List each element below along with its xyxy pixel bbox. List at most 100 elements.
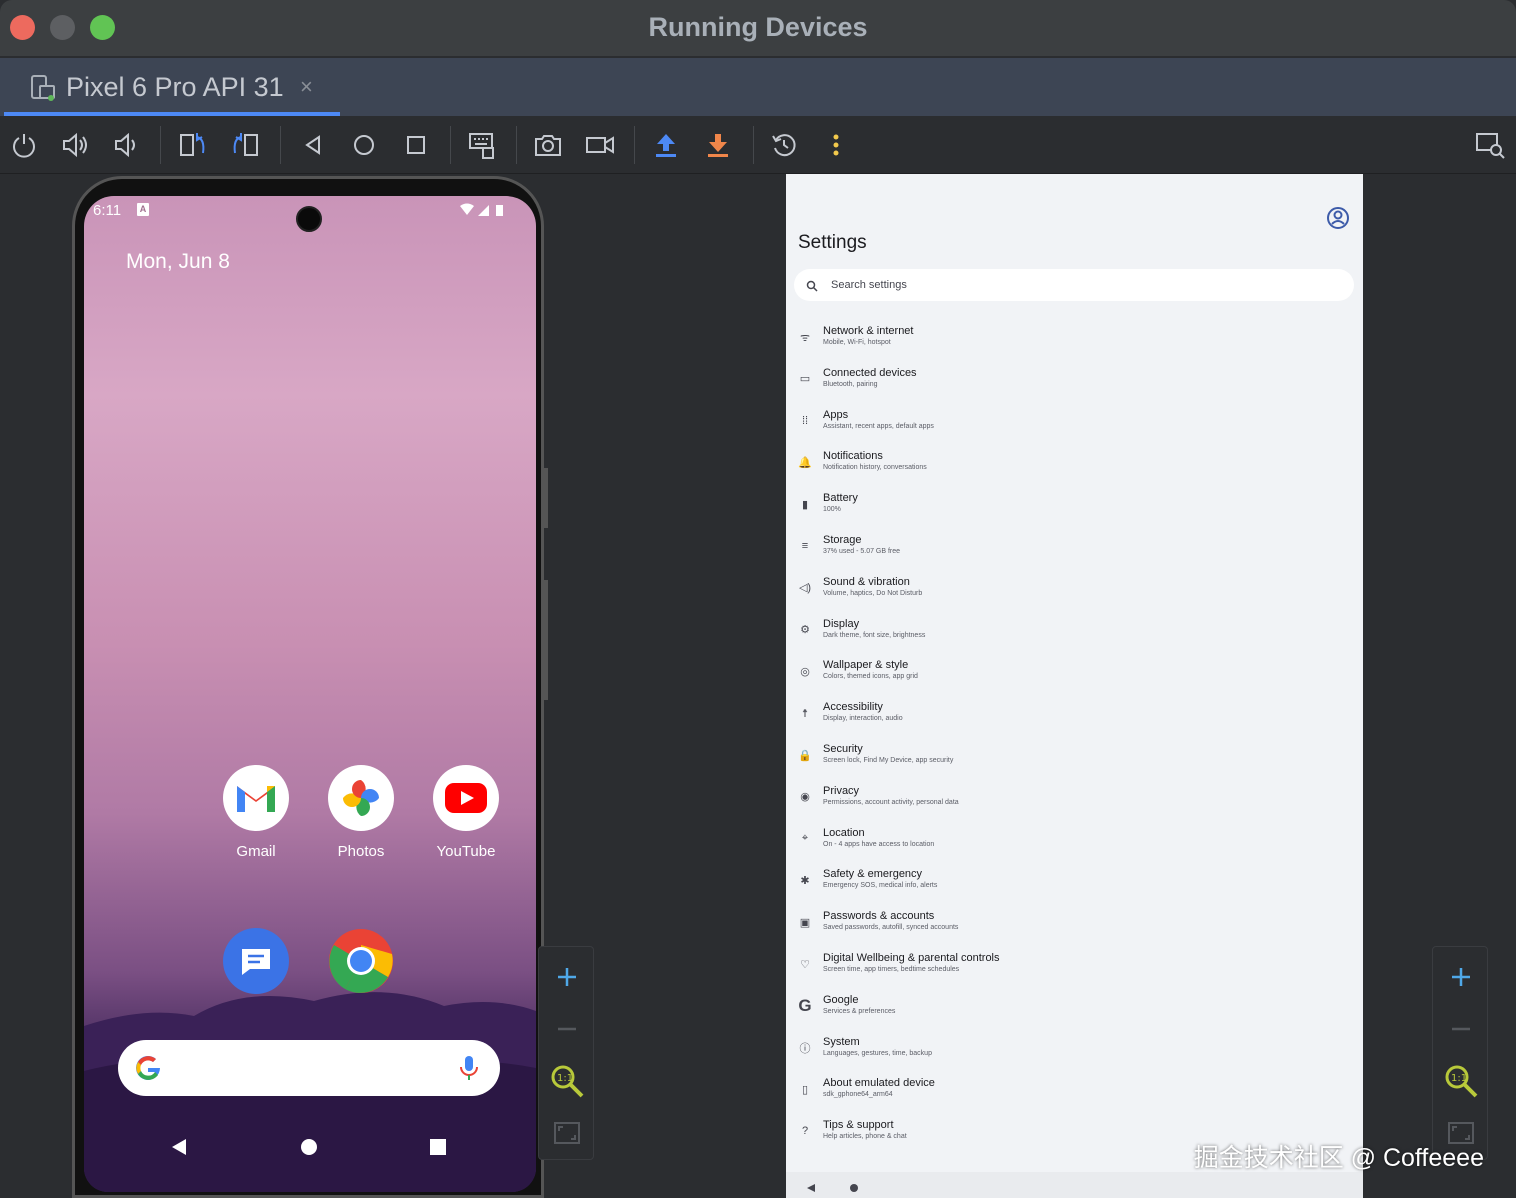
settings-item[interactable]: ▭ Connected devices Bluetooth, pairing xyxy=(786,362,1363,402)
status-badge: A xyxy=(137,203,149,216)
screenshot-icon[interactable] xyxy=(531,128,565,162)
settings-item[interactable]: 🔒 Security Screen lock, Find My Device, ap… xyxy=(786,738,1363,778)
google-g-icon xyxy=(134,1054,162,1087)
settings-item-subtitle: Help articles, phone & chat xyxy=(823,1133,907,1141)
device-explorer-icon[interactable] xyxy=(1473,128,1507,162)
settings-item-subtitle: On - 4 apps have access to location xyxy=(823,840,935,848)
zoom-out-icon[interactable] xyxy=(547,1009,587,1049)
app-photos[interactable]: Photos xyxy=(316,765,406,860)
settings-search-bar[interactable]: Search settings xyxy=(794,269,1354,301)
close-tab-icon[interactable]: × xyxy=(300,74,313,100)
settings-item-title: Security xyxy=(823,743,863,755)
overview-icon[interactable] xyxy=(399,128,433,162)
settings-item-title: Safety & emergency xyxy=(823,868,923,881)
settings-item-subtitle: sdk_gphone64_arm64 xyxy=(823,1091,893,1099)
youtube-icon xyxy=(433,765,499,831)
settings-item-title: Display xyxy=(823,617,860,630)
microphone-icon[interactable] xyxy=(458,1054,480,1087)
settings-item[interactable]: ⁞⁞ Apps Assistant, recent apps, default ap… xyxy=(786,404,1363,444)
zoom-in-icon[interactable] xyxy=(547,957,587,997)
power-icon[interactable] xyxy=(7,128,41,162)
app-messages[interactable] xyxy=(211,928,301,1006)
phone-volume-button[interactable] xyxy=(544,580,548,700)
settings-item-subtitle: Volume, haptics, Do Not Disturb xyxy=(823,589,923,597)
nav-home-icon[interactable] xyxy=(300,1138,318,1161)
snapshot-icon[interactable] xyxy=(767,128,801,162)
settings-item[interactable]: ▮ Battery 100% xyxy=(786,487,1363,527)
settings-item-subtitle: Mobile, Wi-Fi, hotspot xyxy=(823,339,891,346)
back-icon[interactable] xyxy=(296,128,330,162)
nav-home-icon[interactable] xyxy=(849,1180,859,1198)
screen-record-icon[interactable] xyxy=(583,128,617,162)
settings-item-subtitle: Services & preferences xyxy=(823,1007,896,1015)
settings-item-title: Storage xyxy=(823,534,862,546)
app-gmail[interactable]: Gmail xyxy=(211,765,301,860)
app-chrome[interactable] xyxy=(316,928,406,1006)
palette-icon: ◎ xyxy=(800,665,810,678)
settings-item[interactable]: 🔔 Notifications Notification history, conv… xyxy=(786,445,1363,485)
nav-back-icon[interactable] xyxy=(806,1180,816,1198)
settings-item-subtitle: Bluetooth, pairing xyxy=(823,380,878,388)
settings-item-title: Google xyxy=(823,993,859,1006)
google-search-bar[interactable] xyxy=(118,1040,500,1096)
settings-item-title: Passwords & accounts xyxy=(823,910,935,923)
nav-back-icon[interactable] xyxy=(170,1138,188,1161)
home-icon[interactable] xyxy=(347,128,381,162)
more-icon[interactable] xyxy=(819,128,853,162)
help-icon: ? xyxy=(801,1125,809,1138)
settings-item[interactable]: ▣ Passwords & accounts Saved passwords, au… xyxy=(786,905,1363,945)
settings-item-subtitle: Dark theme, font size, brightness xyxy=(823,631,926,639)
settings-screen[interactable]: Settings Search settings ᯤ Network & inte… xyxy=(786,174,1363,1198)
actual-size-icon[interactable]: 1:1 xyxy=(547,1061,587,1101)
volume-up-icon[interactable] xyxy=(58,128,92,162)
toolbar-separator xyxy=(753,126,754,164)
settings-title: Settings xyxy=(798,232,867,253)
pull-icon[interactable] xyxy=(701,128,735,162)
settings-item-title: Privacy xyxy=(823,784,860,797)
settings-item-title: About emulated device xyxy=(823,1077,935,1090)
push-icon[interactable] xyxy=(649,128,683,162)
settings-item[interactable]: ≡ Storage 37% used - 5.07 GB free xyxy=(786,529,1363,569)
storage-icon: ≡ xyxy=(801,540,809,552)
settings-item[interactable]: ◁) Sound & vibration Volume, haptics, Do N… xyxy=(786,571,1363,611)
accounts-icon: ▣ xyxy=(799,916,811,929)
settings-item-subtitle: 100% xyxy=(823,506,841,514)
status-icons xyxy=(458,203,506,222)
settings-item-subtitle: Screen lock, Find My Device, app securit… xyxy=(823,757,954,764)
settings-item-subtitle: Notification history, conversations xyxy=(823,464,927,472)
settings-item[interactable]: G Google Services & preferences xyxy=(786,989,1363,1029)
settings-item-subtitle: 37% used - 5.07 GB free xyxy=(823,548,901,555)
location-icon: ⌖ xyxy=(801,832,809,845)
phone-screen[interactable]: 6:11 A Mon, Jun 8 Gmail Photos YouTube xyxy=(84,196,536,1192)
settings-item[interactable]: ⓘ System Languages, gestures, time, backup xyxy=(786,1031,1363,1071)
keyboard-icon[interactable] xyxy=(465,128,499,162)
nav-recents-icon[interactable] xyxy=(429,1138,447,1161)
settings-item[interactable]: ◎ Wallpaper & style Colors, themed icons, … xyxy=(786,654,1363,694)
settings-item-title: Apps xyxy=(823,408,849,421)
settings-item[interactable]: ♡ Digital Wellbeing & parental controls Sc… xyxy=(786,947,1363,987)
settings-item[interactable]: ⚙ Display Dark theme, font size, brightnes… xyxy=(786,613,1363,653)
app-label: Gmail xyxy=(236,843,276,860)
tab-pixel-6-pro[interactable]: Pixel 6 Pro API 31 × xyxy=(4,58,340,116)
window-title: Running Devices xyxy=(648,12,868,42)
home-date: Mon, Jun 8 xyxy=(126,250,230,273)
rotate-left-icon[interactable] xyxy=(176,128,210,162)
settings-item[interactable]: ⌖ Location On - 4 apps have access to loca… xyxy=(786,822,1363,862)
account-avatar-icon[interactable] xyxy=(1326,206,1350,235)
app-youtube[interactable]: YouTube xyxy=(421,765,511,860)
rotate-right-icon[interactable] xyxy=(228,128,262,162)
volume-down-icon[interactable] xyxy=(108,128,142,162)
fit-screen-icon[interactable] xyxy=(547,1113,587,1153)
settings-item-title: Network & internet xyxy=(823,325,914,337)
search-placeholder: Search settings xyxy=(831,279,907,291)
zoom-out-icon[interactable] xyxy=(1441,1009,1481,1049)
settings-item[interactable]: ▯ About emulated device sdk_gphone64_arm64 xyxy=(786,1072,1363,1112)
settings-item[interactable]: ✱ Safety & emergency Emergency SOS, medica… xyxy=(786,863,1363,903)
settings-item[interactable]: ☨ Accessibility Display, interaction, audi… xyxy=(786,696,1363,736)
actual-size-icon[interactable]: 1:1 xyxy=(1441,1061,1481,1101)
settings-item[interactable]: ᯤ Network & internet Mobile, Wi-Fi, hotspo… xyxy=(786,320,1363,360)
phone-side-button[interactable] xyxy=(544,468,548,528)
watermark-text: 掘金技术社区 @ Coffeeee xyxy=(1193,1144,1484,1172)
zoom-in-icon[interactable] xyxy=(1441,957,1481,997)
settings-item[interactable]: ◉ Privacy Permissions, account activity, p… xyxy=(786,780,1363,820)
